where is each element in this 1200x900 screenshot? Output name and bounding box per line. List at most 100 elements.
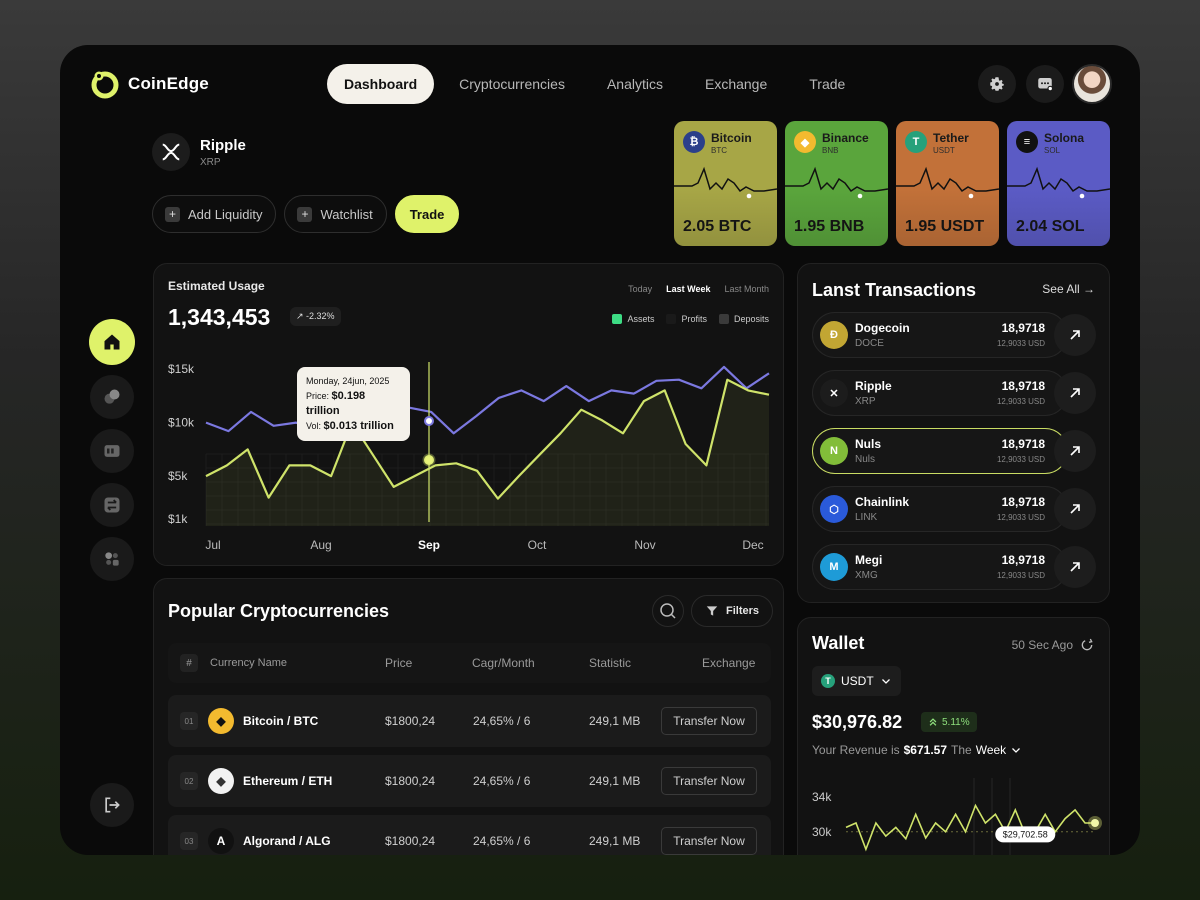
watchlist-button[interactable]: + Watchlist <box>284 195 387 233</box>
messages-button[interactable] <box>1026 65 1064 103</box>
tab-last-week[interactable]: Last Week <box>666 284 710 294</box>
arrow-up-right-icon <box>1070 388 1080 398</box>
transfer-now-button[interactable]: Transfer Now <box>661 767 757 795</box>
coin-card-bitcoin[interactable]: ₿ Bitcoin BTC 2.05 BTC <box>674 121 777 246</box>
tx-amount: 18,9718 <box>1001 437 1045 451</box>
sidebar-portfolio[interactable] <box>90 429 134 473</box>
estimated-usage-panel: $15k $10k $5k $1k Jul Aug Sep Oct Nov Dec Estimat… <box>153 263 784 566</box>
transaction-item[interactable]: ✕ Ripple XRP 18,9718 12,9033 USD <box>812 370 1068 416</box>
timeframe-tabs: Today Last Week Last Month <box>628 284 769 294</box>
row-name: Ethereum / ETH <box>243 774 333 788</box>
coin-card-binance[interactable]: ◆ Binance BNB 1.95 BNB <box>785 121 888 246</box>
table-row[interactable]: 02 ◆ Ethereum / ETH $1800,24 24,65% / 6 … <box>168 755 771 807</box>
coin-symbol: XRP <box>200 156 221 168</box>
card-coin-symbol: BTC <box>711 146 727 155</box>
wallet-last-point <box>1091 819 1099 827</box>
coinedge-logo-icon <box>91 71 119 99</box>
tx-name: Dogecoin <box>855 321 910 335</box>
tx-usd: 12,9033 USD <box>996 513 1045 522</box>
sidebar-coins[interactable] <box>90 375 134 419</box>
tooltip-date: Monday, 24jun, 2025 <box>306 376 390 386</box>
card-coin-symbol: SOL <box>1044 146 1061 155</box>
transaction-item[interactable]: ⬡ Chainlink LINK 18,9718 12,9033 USD <box>812 486 1068 532</box>
tx-name: Megi <box>855 553 883 567</box>
tab-today[interactable]: Today <box>628 284 652 294</box>
tx-open-button[interactable] <box>1054 430 1096 472</box>
algorand-icon: A <box>208 828 234 854</box>
transactions-title: Lanst Transactions <box>812 280 977 300</box>
filter-icon <box>706 606 718 616</box>
add-liquidity-button[interactable]: + Add Liquidity <box>152 195 277 233</box>
usage-change-badge: ↗ -2.32% <box>290 307 341 326</box>
y-tick-label: $15k <box>168 362 195 376</box>
legend-deposits[interactable]: Deposits <box>718 314 769 324</box>
coin-card-solana[interactable]: ≡ Solona SOL 2.04 SOL <box>1007 121 1110 246</box>
filters-label: Filters <box>726 605 760 617</box>
tx-open-button[interactable] <box>1054 314 1096 356</box>
usage-title: Estimated Usage <box>168 279 265 293</box>
col-cagr[interactable]: Cagr/Month <box>472 656 535 670</box>
legend-profits[interactable]: Profits <box>666 314 707 324</box>
wallet-chart: 34k 30k $29,702.58 <box>812 778 1102 855</box>
user-avatar[interactable] <box>1072 64 1112 104</box>
col-exchange[interactable]: Exchange <box>702 656 755 670</box>
tab-last-month[interactable]: Last Month <box>724 284 769 294</box>
tx-amount: 18,9718 <box>1001 321 1045 335</box>
trade-button[interactable]: Trade <box>394 195 460 233</box>
coin-cards: ₿ Bitcoin BTC 2.05 BTC ◆ Binance BNB 1.9… <box>674 121 1110 246</box>
transfer-now-button[interactable]: Transfer Now <box>661 827 757 855</box>
transaction-item[interactable]: Ð Dogecoin DOCE 18,9718 12,9033 USD <box>812 312 1068 358</box>
col-price[interactable]: Price <box>385 656 412 670</box>
settings-button[interactable] <box>978 65 1016 103</box>
sidebar-home[interactable] <box>89 319 135 365</box>
legend-assets[interactable]: Assets <box>612 314 654 324</box>
table-row[interactable]: 01 ◆ Bitcoin / BTC $1800,24 24,65% / 6 2… <box>168 695 771 747</box>
nav-cryptocurrencies[interactable]: Cryptocurrencies <box>442 64 582 104</box>
x-tick-label: Nov <box>634 538 655 552</box>
transaction-item[interactable]: N Nuls Nuls 18,9718 12,9033 USD <box>812 428 1068 474</box>
tx-open-button[interactable] <box>1054 546 1096 588</box>
x-tick-label: Jul <box>205 538 220 552</box>
coin-card-tether[interactable]: T Tether USDT 1.95 USDT <box>896 121 999 246</box>
arrow-up-right-icon <box>1070 446 1080 456</box>
tx-open-button[interactable] <box>1054 372 1096 414</box>
search-button[interactable] <box>652 595 684 627</box>
card-coin-name: Bitcoin <box>711 131 752 145</box>
card-coin-value: 1.95 BNB <box>794 218 865 235</box>
chat-icon <box>1038 78 1054 92</box>
usage-change: -2.32% <box>306 311 335 321</box>
nav-trade[interactable]: Trade <box>792 64 862 104</box>
home-icon <box>104 334 120 350</box>
wallet-panel: Wallet 50 Sec Ago T USDT $30,976.82 5.11… <box>797 617 1110 855</box>
tx-usd: 12,9033 USD <box>996 339 1045 348</box>
tx-amount: 18,9718 <box>1001 495 1045 509</box>
nav-analytics[interactable]: Analytics <box>590 64 680 104</box>
brand-logo[interactable]: CoinEdge <box>90 69 209 99</box>
card-coin-symbol: USDT <box>933 146 955 155</box>
see-all-link[interactable]: See All → <box>1042 282 1095 296</box>
col-currency[interactable]: Currency Name <box>210 657 287 669</box>
table-row[interactable]: 03 A Algorand / ALG $1800,24 24,65% / 6 … <box>168 815 771 855</box>
ripple-logo-icon <box>152 133 190 171</box>
sidebar-exchange[interactable] <box>90 483 134 527</box>
tx-open-button[interactable] <box>1054 488 1096 530</box>
transfer-now-button[interactable]: Transfer Now <box>661 707 757 735</box>
nav-exchange[interactable]: Exchange <box>688 64 784 104</box>
logout-button[interactable] <box>90 783 134 827</box>
card-sparkline <box>896 166 999 199</box>
filters-button[interactable]: Filters <box>691 595 774 627</box>
usage-value: 1,343,453 <box>168 304 271 330</box>
card-coin-name: Tether <box>933 131 969 145</box>
row-stat: 249,1 MB <box>589 834 641 848</box>
coin-actions: + Add Liquidity + Watchlist Trade <box>152 195 460 233</box>
card-coin-name: Solona <box>1044 131 1085 145</box>
transaction-item[interactable]: M Megi XMG 18,9718 12,9033 USD <box>812 544 1068 590</box>
nav-dashboard[interactable]: Dashboard <box>327 64 435 104</box>
tx-symbol: Nuls <box>855 454 876 465</box>
highlight-point <box>424 416 434 426</box>
ethereum-icon: ◆ <box>208 768 234 794</box>
col-statistic[interactable]: Statistic <box>589 656 631 670</box>
binance-icon: ◆ <box>794 131 816 153</box>
coins-icon <box>104 389 120 404</box>
sidebar-analytics[interactable] <box>90 537 134 581</box>
